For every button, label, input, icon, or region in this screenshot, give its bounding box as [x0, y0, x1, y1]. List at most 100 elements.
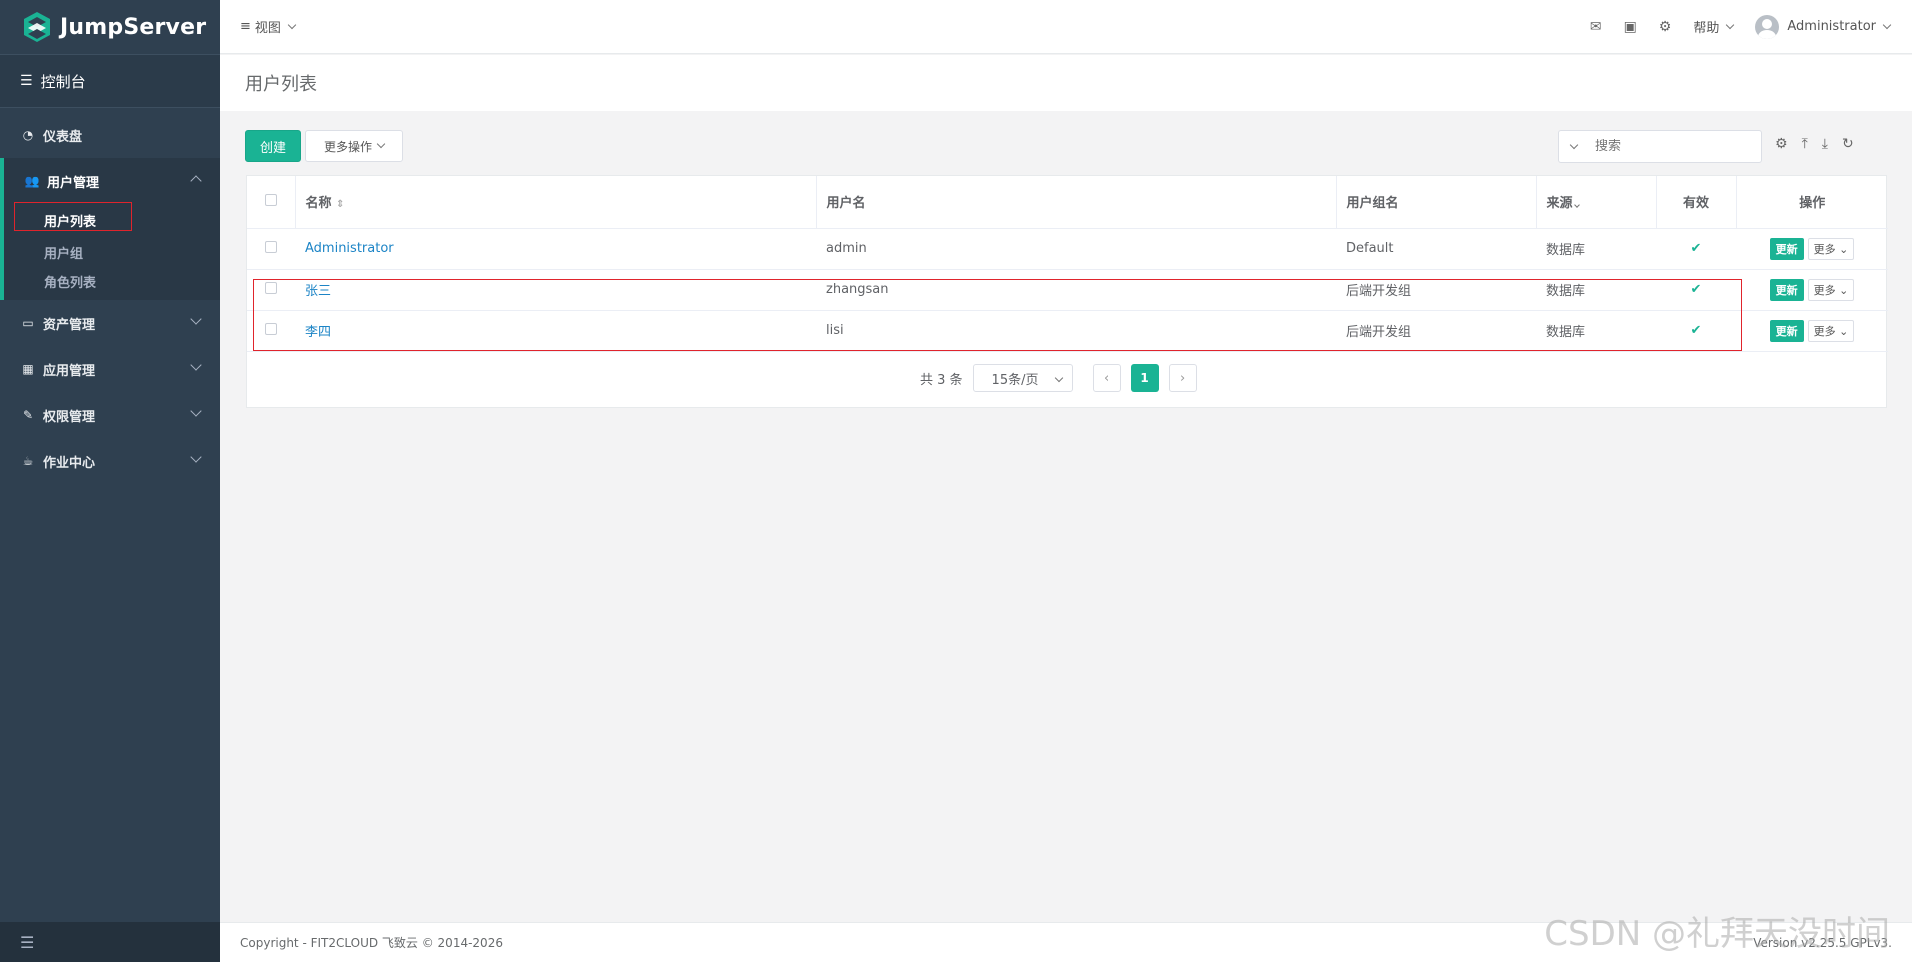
- update-button[interactable]: 更新: [1769, 319, 1804, 342]
- sidebar-item-label: 作业中心: [43, 455, 96, 471]
- jumpserver-logo-icon: [24, 12, 50, 42]
- sidebar-collapse-button[interactable]: ☰: [0, 922, 220, 962]
- view-label: 视图: [254, 21, 281, 36]
- cell-source: 数据库: [1536, 269, 1656, 311]
- user-menu[interactable]: Administrator: [1755, 14, 1892, 39]
- sidebar-subitem-label: 角色列表: [44, 275, 97, 291]
- row-more-label: 更多: [1813, 283, 1836, 297]
- user-name-link[interactable]: 李四: [305, 325, 331, 340]
- brand-name: JumpServer: [60, 14, 207, 40]
- select-all-checkbox[interactable]: [264, 193, 277, 206]
- gear-icon[interactable]: ⚙: [1659, 19, 1672, 35]
- sidebar-item-jobs[interactable]: ☕ 作业中心: [0, 438, 220, 484]
- page-title: 用户列表: [220, 55, 1912, 111]
- sidebar-item-dashboard[interactable]: ◔ 仪表盘: [0, 112, 220, 158]
- console-switch[interactable]: ☰ 控制台: [0, 54, 220, 108]
- table-tool-icons: ⚙ ⤒ ⤓ ↻: [1775, 136, 1854, 152]
- column-header-active: 有效: [1656, 176, 1737, 229]
- sidebar-item-assets[interactable]: ▭ 资产管理: [0, 300, 220, 346]
- chevron-down-icon: [1882, 20, 1892, 29]
- nav-menu: ◔ 仪表盘 👥 用户管理 用户列表 用户组 角色列表 ▭ 资产管理 ▦ 应用管理…: [0, 112, 220, 484]
- search-input[interactable]: [1595, 139, 1755, 154]
- update-button[interactable]: 更新: [1769, 278, 1804, 301]
- cell-active: ✔: [1656, 269, 1736, 311]
- refresh-icon[interactable]: ↻: [1842, 136, 1854, 152]
- cell-group: 后端开发组: [1336, 269, 1536, 311]
- highlight-box-user-list: [14, 202, 132, 231]
- topbar: ≡ 视图 ✉ ▣ ⚙ 帮助 Administrator: [220, 0, 1912, 54]
- sidebar-item-label: 仪表盘: [43, 129, 83, 145]
- collapse-menu-icon: ☰: [20, 932, 35, 952]
- sidebar-subitem-roles[interactable]: 角色列表: [4, 268, 220, 300]
- sidebar-subitem-user-groups[interactable]: 用户组: [4, 236, 220, 268]
- table-row: Administrator admin Default 数据库 ✔ 更新 更多 ⌄: [247, 228, 1888, 270]
- grid-icon: ▦: [22, 362, 34, 376]
- sidebar-item-user-management[interactable]: 👥 用户管理: [4, 158, 220, 204]
- cell-username: admin: [816, 228, 1336, 270]
- pagination-total: 共 3 条: [920, 372, 963, 388]
- column-header-name[interactable]: 名称 ⇕: [295, 176, 817, 229]
- column-header-actions: 操作: [1736, 176, 1888, 229]
- cell-source: 数据库: [1536, 310, 1656, 352]
- chevron-up-icon: [190, 175, 202, 187]
- view-dropdown[interactable]: ≡ 视图: [240, 17, 297, 36]
- next-page-button[interactable]: ›: [1168, 364, 1197, 392]
- sidebar-subitem-label: 用户组: [44, 246, 84, 262]
- row-checkbox[interactable]: [265, 240, 277, 253]
- row-checkbox[interactable]: [265, 281, 277, 294]
- settings-icon[interactable]: ⚙: [1775, 136, 1788, 152]
- chevron-down-icon: [190, 359, 202, 371]
- sidebar-item-applications[interactable]: ▦ 应用管理: [0, 346, 220, 392]
- row-more-label: 更多: [1813, 242, 1836, 256]
- row-more-button[interactable]: 更多 ⌄: [1807, 237, 1855, 260]
- check-icon: ✔: [1690, 241, 1702, 256]
- help-dropdown[interactable]: 帮助: [1693, 17, 1735, 36]
- row-more-button[interactable]: 更多 ⌄: [1807, 319, 1855, 342]
- download-icon[interactable]: ⤓: [1822, 136, 1828, 152]
- search-filter-dropdown[interactable]: [1559, 140, 1589, 149]
- page-size-value: 15条/页: [991, 372, 1039, 388]
- topbar-right: ✉ ▣ ⚙ 帮助 Administrator: [1590, 14, 1892, 39]
- user-name-link[interactable]: 张三: [305, 284, 331, 299]
- create-button[interactable]: 创建: [245, 130, 301, 162]
- user-name-link[interactable]: Administrator: [305, 241, 394, 256]
- sidebar: JumpServer ☰ 控制台 ◔ 仪表盘 👥 用户管理 用户列表 用户组 角…: [0, 0, 220, 962]
- menu-icon: ≡: [240, 19, 251, 34]
- user-name: Administrator: [1787, 19, 1876, 34]
- chevron-down-icon: [1726, 20, 1735, 29]
- cell-name: 张三: [295, 269, 816, 311]
- row-checkbox[interactable]: [265, 322, 277, 335]
- more-actions-button[interactable]: 更多操作: [305, 130, 403, 162]
- chevron-down-icon: [1569, 140, 1579, 149]
- logo[interactable]: JumpServer: [0, 0, 220, 54]
- sort-icon[interactable]: ⇕: [336, 199, 344, 210]
- update-button[interactable]: 更新: [1769, 237, 1804, 260]
- cell-name: Administrator: [295, 228, 816, 270]
- watermark: CSDN @礼拜天没时间: [1544, 914, 1890, 954]
- sidebar-item-label: 资产管理: [43, 317, 96, 333]
- column-header-label: 名称: [305, 196, 332, 212]
- hdd-icon: ▭: [22, 316, 34, 330]
- sidebar-item-permissions[interactable]: ✎ 权限管理: [0, 392, 220, 438]
- terminal-icon[interactable]: ▣: [1624, 19, 1637, 35]
- row-more-label: 更多: [1813, 324, 1836, 338]
- page-number-current[interactable]: 1: [1130, 364, 1159, 392]
- sliders-icon: ☰: [20, 73, 33, 89]
- chevron-down-icon: [376, 139, 386, 149]
- prev-page-button[interactable]: ‹: [1092, 364, 1121, 392]
- row-more-button[interactable]: 更多 ⌄: [1807, 278, 1855, 301]
- select-all-cell: [247, 176, 296, 229]
- column-header-source[interactable]: 来源: [1536, 176, 1657, 229]
- column-header-label: 来源: [1546, 196, 1573, 212]
- mail-icon[interactable]: ✉: [1590, 19, 1602, 35]
- chevron-down-icon: [287, 20, 297, 29]
- upload-icon[interactable]: ⤒: [1802, 136, 1808, 152]
- page-size-select[interactable]: 15条/页: [972, 364, 1073, 392]
- row-check-cell: [247, 310, 295, 352]
- cell-group: 后端开发组: [1336, 310, 1536, 352]
- sidebar-item-label: 应用管理: [43, 363, 96, 379]
- table-row: 张三 zhangsan 后端开发组 数据库 ✔ 更新 更多 ⌄: [247, 269, 1888, 311]
- cell-group: Default: [1336, 228, 1536, 270]
- chevron-down-icon: [1054, 373, 1063, 383]
- copyright-text: Copyright - FIT2CLOUD 飞致云 © 2014-2026: [240, 936, 503, 950]
